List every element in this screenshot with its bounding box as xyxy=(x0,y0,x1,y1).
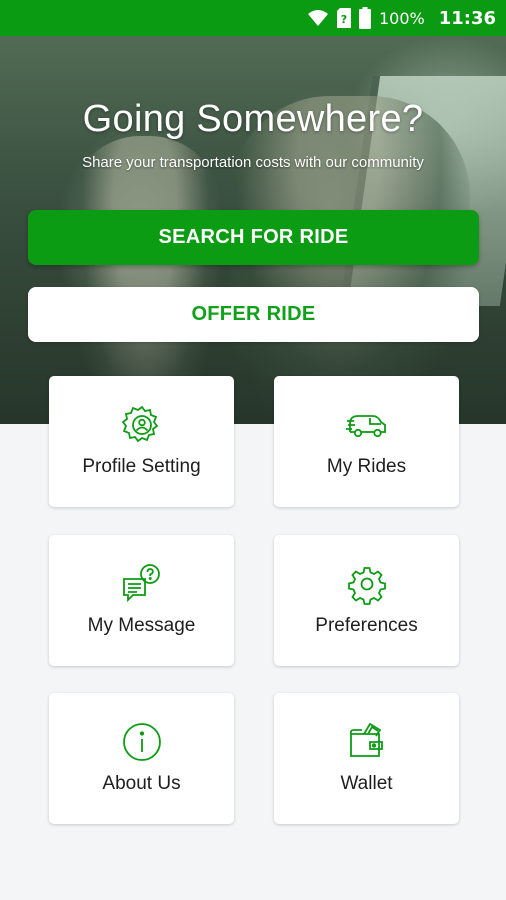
preferences-card[interactable]: Preferences xyxy=(274,535,459,666)
wallet-label: Wallet xyxy=(340,773,393,794)
my-rides-label: My Rides xyxy=(326,456,407,477)
sim-unknown-icon: ? xyxy=(336,8,351,28)
about-us-label: About Us xyxy=(102,773,181,794)
info-icon xyxy=(121,721,163,763)
my-message-card[interactable]: My Message xyxy=(49,535,234,666)
wallet-card[interactable]: Wallet xyxy=(274,693,459,824)
hero-title: Going Somewhere? xyxy=(82,98,424,140)
my-message-label: My Message xyxy=(87,615,196,636)
profile-gear-icon xyxy=(121,404,163,446)
battery-percent: 100% xyxy=(378,8,425,28)
gear-icon xyxy=(346,563,388,605)
profile-setting-card[interactable]: Profile Setting xyxy=(49,376,234,507)
search-for-ride-button[interactable]: SEARCH FOR RIDE xyxy=(28,210,479,265)
about-us-card[interactable]: About Us xyxy=(49,693,234,824)
profile-setting-label: Profile Setting xyxy=(82,456,201,477)
my-rides-card[interactable]: My Rides xyxy=(274,376,459,507)
wallet-icon xyxy=(346,721,388,763)
preferences-label: Preferences xyxy=(315,615,418,636)
hero-subtitle: Share your transportation costs with our… xyxy=(82,154,424,171)
battery-icon xyxy=(358,7,371,29)
svg-text:?: ? xyxy=(341,13,347,26)
message-icon xyxy=(121,563,163,605)
status-bar: ? 100% 11:36 xyxy=(0,0,506,36)
offer-ride-button[interactable]: OFFER RIDE xyxy=(28,287,479,342)
clock: 11:36 xyxy=(438,7,496,29)
car-icon xyxy=(345,404,388,446)
wifi-icon xyxy=(307,10,328,26)
